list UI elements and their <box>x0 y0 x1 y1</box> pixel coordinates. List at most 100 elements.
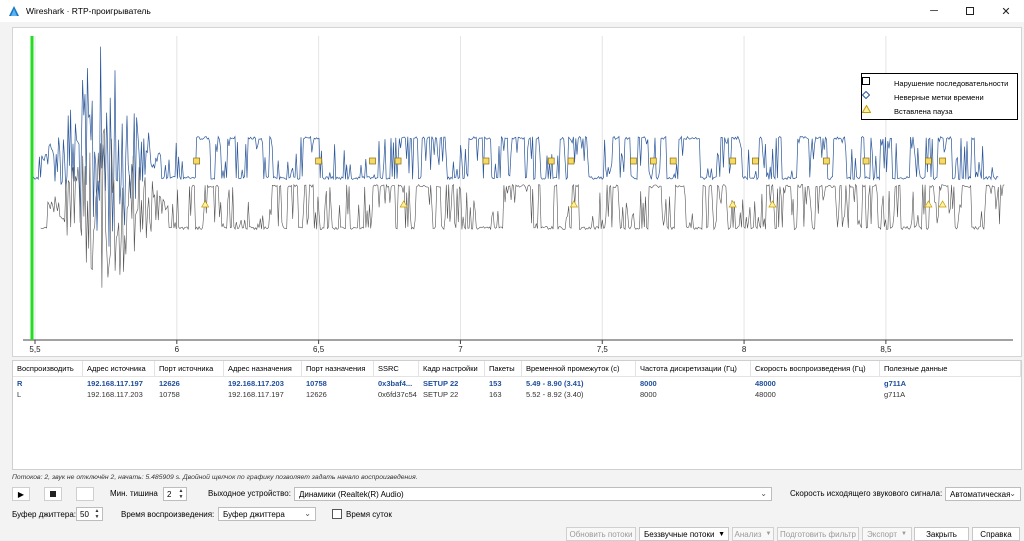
prepare-filter-button[interactable]: Подготовить фильтр <box>777 527 859 541</box>
maximize-icon <box>966 7 974 15</box>
close-window-button[interactable]: ✕ <box>988 0 1024 22</box>
table-cell: 153 <box>489 379 502 388</box>
jitter-buffer-spinbox[interactable]: 50 ▲ ▼ <box>76 507 103 521</box>
table-cell: 0x6fd37c54 <box>378 390 417 399</box>
analyze-label: Анализ <box>734 529 762 539</box>
jitter-buffer-label: Буфер джиттера: <box>12 510 76 519</box>
table-cell: SETUP 22 <box>423 390 459 399</box>
sequence-error-marker <box>752 157 759 165</box>
table-cell: 0x3baf4... <box>378 379 413 388</box>
x-tick-label: 7 <box>458 345 463 354</box>
legend-entry: Вставлена пауза <box>862 105 953 117</box>
waveform-L[interactable] <box>40 128 1005 288</box>
sequence-error-marker <box>925 157 932 165</box>
x-tick-label: 5,5 <box>29 345 41 354</box>
skip-silence-button[interactable] <box>76 487 94 501</box>
sequence-error-marker <box>649 157 657 165</box>
output-rate-value: Автоматическая <box>950 489 1011 499</box>
output-rate-label: Скорость исходящего звукового сигнала: <box>790 489 943 498</box>
column-header[interactable]: SSRC <box>374 361 419 377</box>
sequence-error-marker <box>547 157 555 165</box>
export-button[interactable]: Экспорт ▼ <box>862 527 912 541</box>
column-header[interactable]: Порт источника <box>155 361 224 377</box>
table-cell: 192.168.117.197 <box>228 390 284 399</box>
column-header[interactable]: Адрес источника <box>83 361 155 377</box>
refresh-streams-button[interactable]: Обновить потоки <box>566 527 636 541</box>
table-row[interactable]: R 192.168.117.197 12626 192.168.117.203 1075… <box>13 378 1021 389</box>
window-title: Wireshark · RTP-проигрыватель <box>26 6 151 16</box>
sequence-error-marker <box>394 157 402 165</box>
table-cell: 8000 <box>640 379 657 388</box>
rtp-player-window: Wireshark · RTP-проигрыватель ─ ✕ 5,5 6 6,… <box>0 0 1024 541</box>
sequence-error-marker <box>567 157 575 165</box>
sequence-error-marker <box>482 157 490 165</box>
output-device-select[interactable]: Динамики (Realtek(R) Audio) ⌄ <box>294 487 772 501</box>
table-cell: SETUP 22 <box>423 379 459 388</box>
column-header[interactable]: Пакеты <box>485 361 522 377</box>
table-cell: 8000 <box>640 390 657 399</box>
table-cell: 12626 <box>306 390 327 399</box>
analyze-button[interactable]: Анализ ▼ <box>732 527 774 541</box>
spin-arrows-icon[interactable]: ▲ ▼ <box>177 488 185 500</box>
column-header[interactable]: Временной промежуток (с) <box>522 361 636 377</box>
mute-streams-button[interactable]: Беззвучные потоки ▼ <box>639 527 729 541</box>
column-header[interactable]: Адрес назначения <box>224 361 302 377</box>
x-tick-label: 6 <box>175 345 180 354</box>
inserted-silence-marker <box>569 200 578 208</box>
table-cell: 163 <box>489 390 502 399</box>
min-silence-label: Мин. тишина <box>110 489 158 498</box>
inserted-silence-marker <box>728 200 737 208</box>
chevron-down-icon: ⌄ <box>760 489 767 498</box>
status-text: Потоков: 2, звук не отключён 2, начать: … <box>12 474 418 481</box>
help-button[interactable]: Справка <box>972 527 1020 541</box>
streams-table[interactable]: Воспроизводить Адрес источника Порт источн… <box>12 360 1022 470</box>
spin-arrows-icon[interactable]: ▲ ▼ <box>93 508 101 520</box>
table-cell: 48000 <box>755 390 776 399</box>
stop-icon <box>50 491 56 497</box>
column-header[interactable]: Частота дискретизации (Гц) <box>636 361 751 377</box>
min-silence-spinbox[interactable]: 2 ▲ ▼ <box>163 487 187 501</box>
sequence-error-marker <box>822 157 830 165</box>
x-tick-label: 8,5 <box>880 345 892 354</box>
waveform-plot[interactable]: 5,5 6 6,5 7 7,5 8 8,5 Нарушение последовательн… <box>12 27 1022 357</box>
x-tick-label: 8 <box>742 345 747 354</box>
close-button[interactable]: Закрыть <box>914 527 969 541</box>
table-cell: 192.168.117.197 <box>87 379 143 388</box>
stop-button[interactable] <box>44 487 62 501</box>
maximize-button[interactable] <box>952 0 988 22</box>
plot-legend: Нарушение последовательности Неверные мет… <box>861 73 1018 120</box>
inserted-silence-marker <box>938 200 947 208</box>
column-header[interactable]: Скорость воспроизведения (Гц) <box>751 361 880 377</box>
table-cell: g711A <box>884 390 906 399</box>
legend-label: Вставлена пауза <box>894 106 953 116</box>
play-button[interactable]: ▶ <box>12 487 30 501</box>
playback-time-value: Буфер джиттера <box>223 509 285 519</box>
playback-time-select[interactable]: Буфер джиттера ⌄ <box>218 507 316 521</box>
time-of-day-checkbox[interactable] <box>332 509 342 519</box>
legend-entry: Нарушение последовательности <box>862 77 1008 89</box>
legend-label: Неверные метки времени <box>894 92 984 102</box>
sequence-error-marker <box>369 157 376 165</box>
output-rate-select[interactable]: Автоматическая ⌄ <box>945 487 1021 501</box>
sequence-error-marker <box>315 157 322 165</box>
minimize-icon: ─ <box>930 5 938 17</box>
jitter-buffer-value: 50 <box>80 509 89 519</box>
table-cell: 12626 <box>159 379 180 388</box>
table-row[interactable]: L 192.168.117.203 10758 192.168.117.197 1262… <box>13 389 1021 400</box>
sequence-error-marker <box>193 157 201 165</box>
table-cell: 5.49 - 8.90 (3.41) <box>526 379 584 388</box>
column-header[interactable]: Полезные данные <box>880 361 1021 377</box>
dropdown-arrow-icon: ▼ <box>901 531 907 537</box>
column-header[interactable]: Кадр настройки <box>419 361 485 377</box>
table-cell: 5.52 - 8.92 (3.40) <box>526 390 584 399</box>
min-silence-value: 2 <box>167 489 172 499</box>
output-device-value: Динамики (Realtek(R) Audio) <box>299 489 404 499</box>
dropdown-arrow-icon[interactable]: ▼ <box>718 531 725 538</box>
mute-streams-label: Беззвучные потоки <box>644 529 715 539</box>
inserted-silence-marker <box>924 200 933 208</box>
column-header[interactable]: Порт назначения <box>302 361 374 377</box>
output-device-label: Выходное устройство: <box>208 489 291 498</box>
legend-label: Нарушение последовательности <box>894 78 1009 88</box>
minimize-button[interactable]: ─ <box>916 0 952 22</box>
column-header[interactable]: Воспроизводить <box>13 361 83 377</box>
